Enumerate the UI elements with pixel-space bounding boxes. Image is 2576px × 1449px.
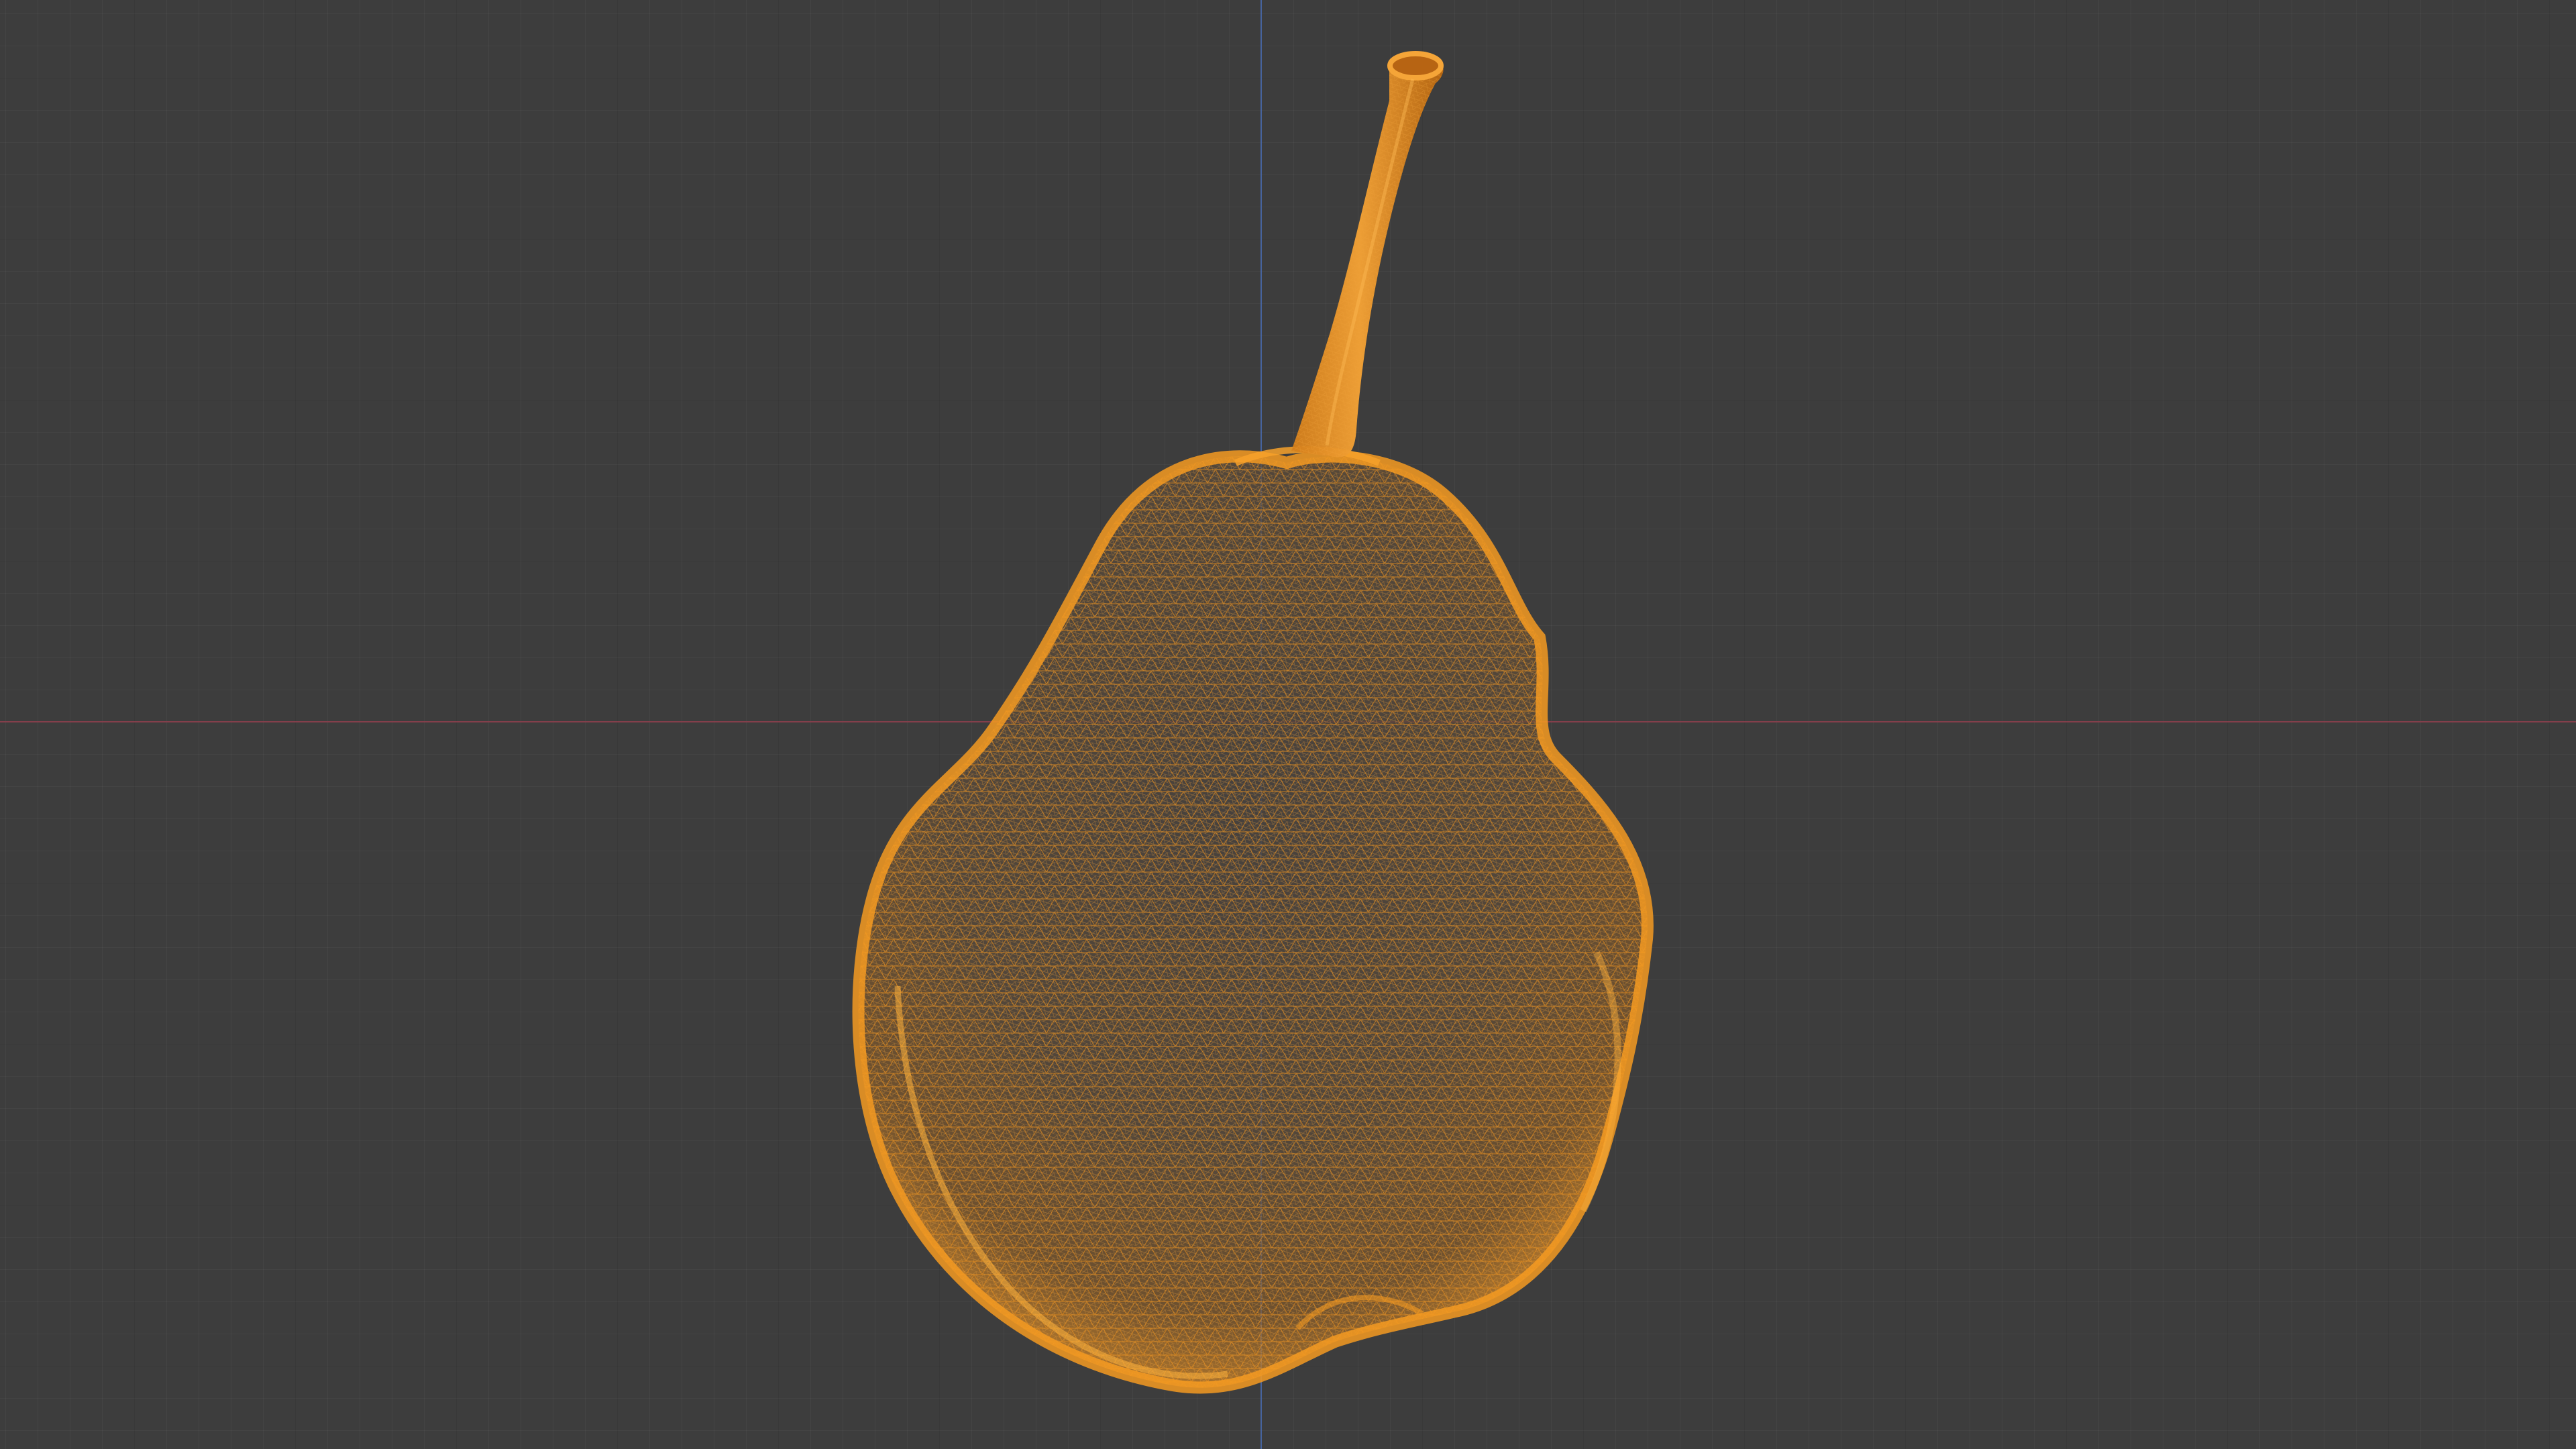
pear-stem-mesh[interactable] xyxy=(1291,51,1444,458)
pear-stem-wire-overlay xyxy=(1291,56,1444,458)
pear-mesh[interactable] xyxy=(852,446,1654,1394)
3d-viewport[interactable] xyxy=(0,0,2576,1449)
pear-stem-cap xyxy=(1387,51,1444,80)
pear-wireframe-viewport-svg[interactable] xyxy=(0,0,2576,1449)
